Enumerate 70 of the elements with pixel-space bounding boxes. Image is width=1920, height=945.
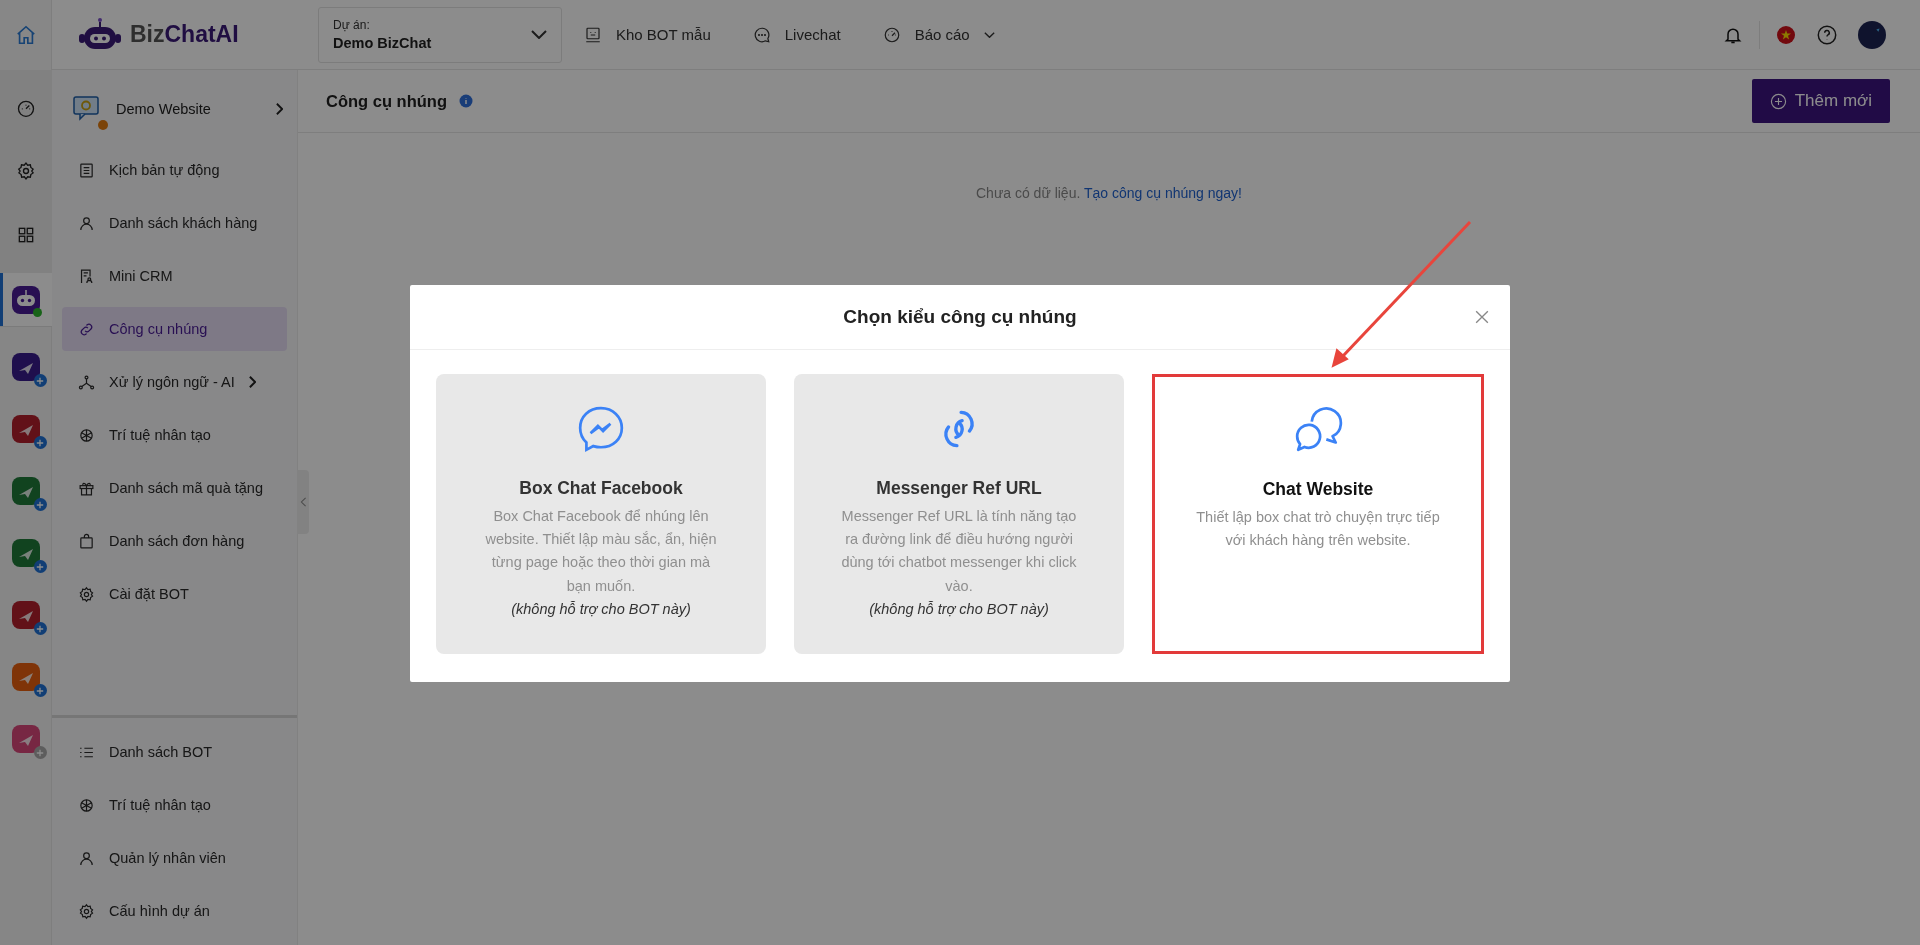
app-icon[interactable] [11, 539, 40, 567]
app-icon[interactable] [11, 601, 40, 629]
menu-item-icon [78, 267, 95, 285]
gauge-icon [882, 25, 901, 44]
menu-item-icon [78, 796, 95, 814]
menu-item-icon [78, 214, 95, 232]
messenger-icon [576, 404, 626, 454]
app-icon[interactable] [11, 415, 40, 443]
menu-item-icon [78, 161, 95, 179]
robot-app-icon [11, 285, 40, 314]
sidebar-item[interactable]: Danh sách đơn hàng [62, 519, 287, 563]
option-description: Thiết lập box chat trò chuyện trực tiếp với khách hàng trên website. [1195, 508, 1441, 551]
option-title: Box Chat Facebook [519, 478, 683, 499]
app-icon[interactable] [11, 477, 40, 505]
avatar-icon[interactable] [1858, 20, 1886, 49]
empty-state-message: Chưa có dữ liệu. Tạo công cụ nhúng ngay! [975, 185, 1243, 201]
chevron-down-icon [531, 30, 547, 39]
app-icon[interactable] [11, 725, 40, 753]
project-label: Dự án: [333, 18, 371, 32]
sidebar-item[interactable]: Trí tuệ nhân tạo [62, 783, 287, 827]
status-dot [98, 120, 108, 130]
sidebar-item[interactable]: Mini CRM [62, 254, 287, 298]
home-icon[interactable] [14, 23, 37, 46]
sidebar-item[interactable]: Danh sách mã quà tặng [62, 466, 287, 510]
sidebar-item[interactable]: Cấu hình dự án [62, 889, 287, 933]
nav-link[interactable]: Báo cáo [882, 25, 995, 44]
sidebar-item[interactable]: Xử lý ngôn ngữ - AI [62, 360, 287, 404]
plus-circle-icon [1769, 92, 1787, 110]
menu-item-icon [78, 902, 95, 920]
bot-selector[interactable]: Demo Website [62, 70, 287, 148]
menu-item-icon [78, 585, 95, 603]
chevron-right-icon [276, 103, 283, 115]
collapse-handle[interactable] [297, 470, 309, 534]
project-name: Demo BizChat [333, 35, 432, 51]
bot-tab[interactable] [0, 273, 52, 327]
sidebar-item[interactable]: Danh sách BOT [62, 730, 287, 774]
option-note: (không hỗ trợ cho BOT này) [869, 599, 1049, 619]
app-icon[interactable] [11, 663, 40, 691]
flag-icon[interactable] [1776, 24, 1796, 45]
info-icon[interactable] [459, 94, 473, 108]
sidebar-item[interactable]: Danh sách khách hàng [62, 201, 287, 245]
option-card[interactable]: Chat Website Thiết lập box chat trò chuyện trực tiếp với khách hàng trên website. [1152, 374, 1484, 654]
sidebar-item[interactable]: Trí tuệ nhân tạo [62, 413, 287, 457]
option-note: (không hỗ trợ cho BOT này) [511, 599, 691, 619]
menu-item-icon [78, 532, 95, 550]
sidebar-item[interactable]: Công cụ nhúng [62, 307, 287, 351]
menu-item-icon [78, 849, 95, 867]
logo-text: BizChatAI [130, 21, 239, 48]
add-new-button[interactable]: Thêm mới [1751, 79, 1890, 123]
project-select[interactable]: Dự án: Demo BizChat [318, 6, 562, 63]
nav-link[interactable]: Kho BOT mẫu [584, 25, 711, 44]
modal-title: Chọn kiểu công cụ nhúng [843, 306, 1077, 328]
nav-link[interactable]: Livechat [752, 25, 841, 44]
option-title: Messenger Ref URL [876, 478, 1042, 499]
create-link[interactable]: Tạo công cụ nhúng ngay! [1084, 185, 1242, 201]
settings-icon[interactable] [15, 161, 36, 182]
sidebar-item[interactable]: Quản lý nhân viên [62, 836, 287, 880]
robot-icon [584, 25, 602, 44]
sidebar-item[interactable]: Kịch bản tự động [62, 148, 287, 192]
sidebar-item[interactable]: Cài đặt BOT [62, 572, 287, 616]
option-description: Box Chat Facebook để nhúng lên website. Thiết lập màu sắc, ẩn, hiện từng page hoặc theo thời gian mà bạn muốn. [484, 507, 718, 596]
chat-bubble-icon [752, 25, 771, 44]
chat-gear-icon [72, 94, 102, 124]
menu-item-icon [78, 373, 95, 391]
help-icon[interactable] [1816, 23, 1838, 46]
menu-item-icon [78, 426, 95, 444]
page-title: Công cụ nhúng [326, 91, 447, 111]
option-description: Messenger Ref URL là tính năng tạo ra đường link để điều hướng người dùng tới chatbot messenger khi click vào. [840, 507, 1078, 596]
app-icon[interactable] [11, 353, 40, 381]
option-title: Chat Website [1262, 479, 1374, 500]
